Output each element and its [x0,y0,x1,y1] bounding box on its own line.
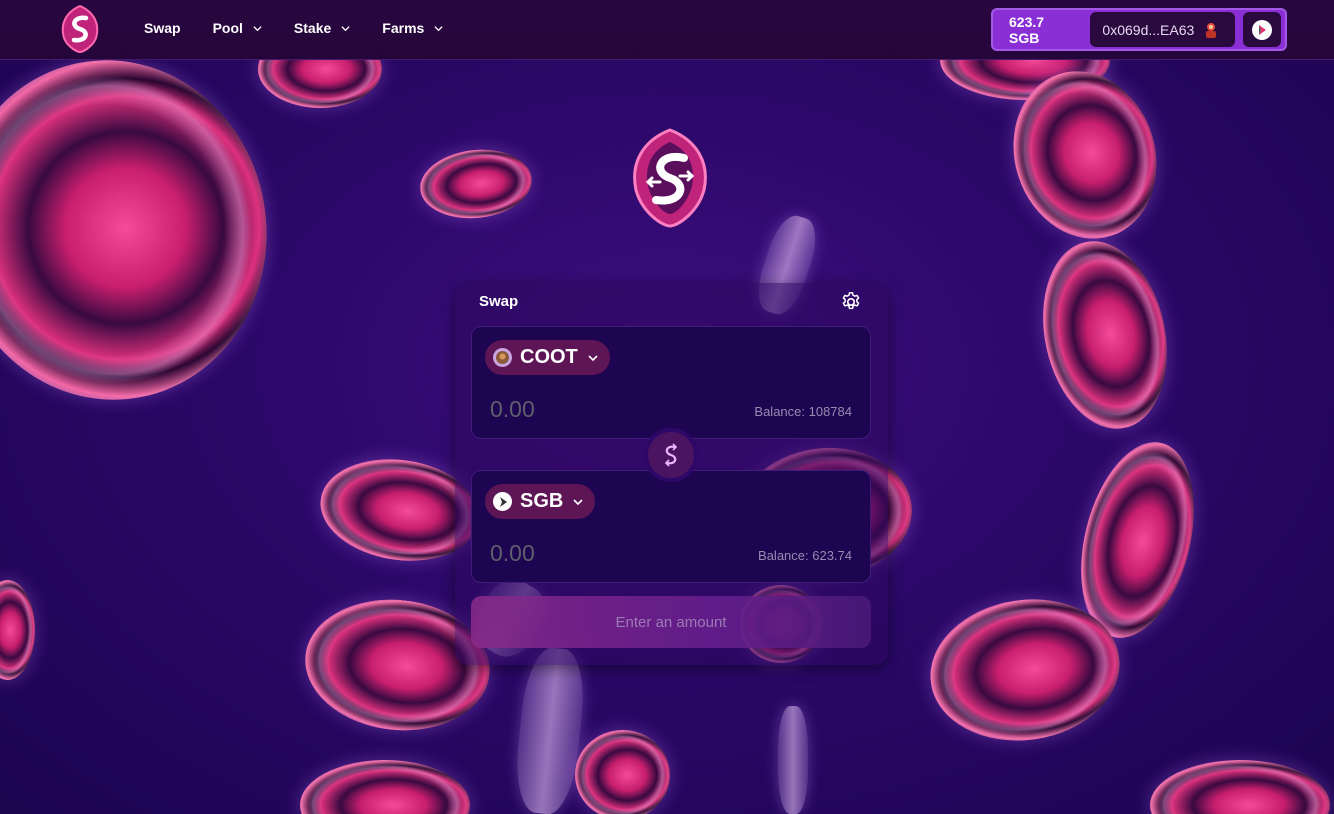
user-avatar-icon [1206,22,1217,38]
from-balance: Balance: 108784 [754,404,852,419]
wallet-address-button[interactable]: 0x069d...EA63 [1090,12,1236,47]
chevron-down-icon [573,498,583,505]
top-navbar: Swap Pool Stake Farms 623.7 SGB 0x069d..… [0,0,1334,60]
to-token-select[interactable]: SGB [485,484,596,519]
from-token-box: COOT Balance: 108784 [471,326,871,439]
spark-s-hero-logo-icon [633,128,707,228]
swap-direction-button[interactable] [644,428,698,482]
to-amount-input[interactable] [490,537,690,569]
coin-decoration [778,706,808,814]
from-token-select[interactable]: COOT [485,340,610,375]
nav-item-swap[interactable]: Swap [144,20,181,36]
gear-icon[interactable] [840,291,862,313]
coin-decoration [1026,229,1184,441]
coin-decoration [0,39,289,421]
wallet-balance: 623.7 SGB [1009,13,1045,46]
nav-item-pool[interactable]: Pool [213,20,262,36]
coin-decoration [416,144,536,224]
to-token-box: SGB Balance: 623.74 [471,470,871,583]
wallet-address: 0x069d...EA63 [1102,21,1195,38]
nav-links: Swap Pool Stake Farms [144,20,475,36]
from-token-symbol: COOT [520,346,578,368]
spark-s-logo-icon[interactable] [56,4,104,54]
sgb-token-icon [493,492,512,511]
chevron-down-icon [434,25,443,31]
nav-item-label: Swap [144,20,181,36]
chevron-down-icon [253,25,262,31]
swap-card: Swap COOT Balance: 108784 SGB [455,283,888,665]
nav-item-label: Stake [293,20,332,36]
coin-decoration [575,730,670,814]
nav-item-label: Pool [212,20,243,36]
wallet-widget: 623.7 SGB 0x069d...EA63 [991,8,1287,51]
coin-decoration [0,580,35,680]
swap-direction-icon [664,443,678,467]
network-button[interactable] [1243,12,1281,47]
chevron-down-icon [588,354,598,361]
to-token-symbol: SGB [520,490,564,512]
nav-item-label: Farms [382,20,425,36]
enter-amount-button[interactable]: Enter an amount [471,596,871,648]
chevron-down-icon [341,25,350,31]
nav-item-farms[interactable]: Farms [382,20,443,36]
swap-title: Swap [479,293,519,310]
coin-decoration [300,760,470,814]
nav-item-stake[interactable]: Stake [294,20,350,36]
coot-token-icon [493,348,512,367]
to-balance: Balance: 623.74 [758,548,852,563]
enter-amount-label: Enter an amount [615,613,727,631]
songbird-icon [1252,19,1273,40]
coin-decoration [1150,760,1330,814]
from-amount-input[interactable] [490,393,690,425]
